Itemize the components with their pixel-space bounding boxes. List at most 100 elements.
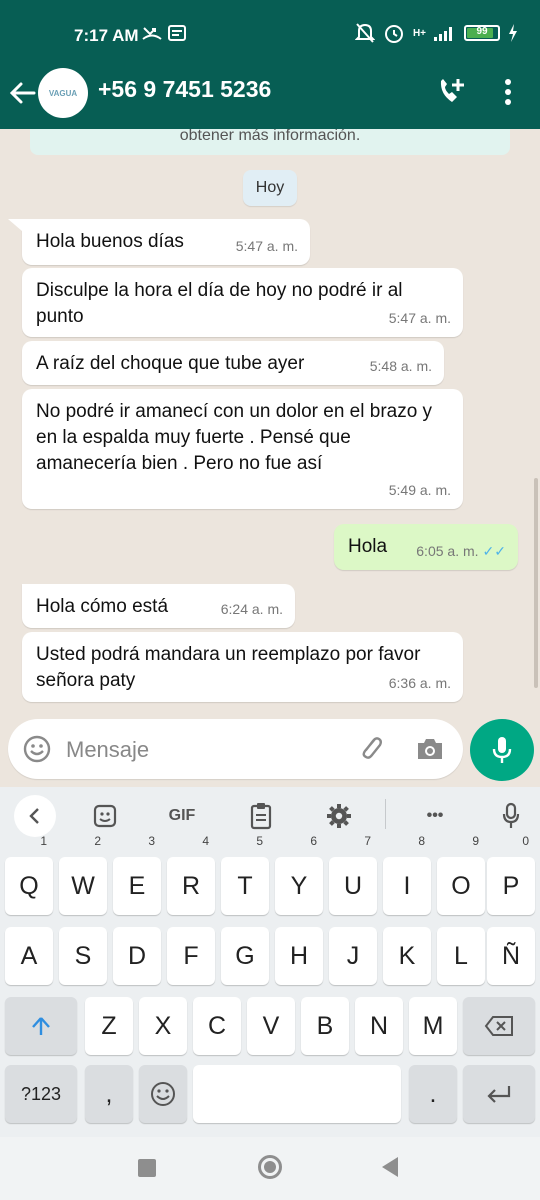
back-arrow-icon[interactable] bbox=[8, 78, 38, 108]
message-bubble-2[interactable]: Disculpe la hora el día de hoy no podré … bbox=[22, 268, 463, 337]
key-w[interactable]: W2 bbox=[59, 835, 107, 915]
day-chip: Hoy bbox=[243, 170, 297, 206]
key-m[interactable]: M bbox=[409, 997, 457, 1055]
gif-button[interactable]: GIF bbox=[160, 799, 204, 833]
read-ticks-icon: ✓✓ bbox=[482, 543, 506, 559]
key-p[interactable]: P0 bbox=[487, 835, 535, 915]
message-time: 6:36 a. m. bbox=[388, 675, 451, 691]
key-label: R bbox=[181, 872, 201, 900]
app-bar: VAGUA +56 9 7451 5236 bbox=[0, 68, 540, 129]
recents-button[interactable] bbox=[138, 1159, 156, 1177]
contact-name[interactable]: +56 9 7451 5236 bbox=[98, 76, 271, 103]
chat-area[interactable]: obtener más información. Hoy Hola buenos… bbox=[0, 129, 540, 719]
key-a[interactable]: A bbox=[5, 927, 53, 985]
key-label: Ñ bbox=[501, 942, 521, 970]
comma-key[interactable]: , bbox=[85, 1065, 133, 1123]
message-time: 5:47 a. m. bbox=[235, 238, 298, 254]
key-u[interactable]: U7 bbox=[329, 835, 377, 915]
key-b[interactable]: B bbox=[301, 997, 349, 1055]
key-label: B bbox=[316, 1012, 334, 1040]
voice-input-button[interactable] bbox=[496, 799, 526, 833]
key-row-3: Z X C V B N M bbox=[0, 997, 540, 1055]
message-meta: 6:05 a. m. ✓✓ bbox=[416, 538, 506, 564]
key-f[interactable]: F bbox=[167, 927, 215, 985]
key-x[interactable]: X bbox=[139, 997, 187, 1055]
shift-key[interactable] bbox=[5, 997, 77, 1055]
key-hint: 4 bbox=[202, 834, 209, 848]
key-c[interactable]: C bbox=[193, 997, 241, 1055]
clipboard-button[interactable] bbox=[246, 799, 276, 833]
mute-bell-icon bbox=[354, 23, 375, 43]
message-text: Disculpe la hora el día de hoy no podré … bbox=[36, 280, 403, 327]
key-l[interactable]: L bbox=[437, 927, 485, 985]
key-label: L bbox=[454, 942, 468, 970]
nav-back-button[interactable] bbox=[382, 1157, 398, 1177]
key-hint: 2 bbox=[94, 834, 101, 848]
more-options-icon[interactable] bbox=[496, 76, 520, 108]
key-label: E bbox=[128, 872, 146, 900]
key-label: M bbox=[422, 1012, 444, 1040]
key-hint: 1 bbox=[40, 834, 47, 848]
key-r[interactable]: R4 bbox=[167, 835, 215, 915]
key-label: U bbox=[343, 872, 363, 900]
key-v[interactable]: V bbox=[247, 997, 295, 1055]
key-q[interactable]: Q1 bbox=[5, 835, 53, 915]
key-hint: 3 bbox=[148, 834, 155, 848]
key-j[interactable]: J bbox=[329, 927, 377, 985]
camera-icon[interactable] bbox=[414, 733, 446, 765]
symbols-key[interactable]: ?123 bbox=[5, 1065, 77, 1123]
key-o[interactable]: O9 bbox=[437, 835, 485, 915]
enter-key[interactable] bbox=[463, 1065, 535, 1123]
key-k[interactable]: K bbox=[383, 927, 431, 985]
message-bubble-3[interactable]: A raíz del choque que tube ayer 5:48 a. … bbox=[22, 341, 444, 385]
key-i[interactable]: I8 bbox=[383, 835, 431, 915]
message-bubble-6[interactable]: Hola cómo está 6:24 a. m. bbox=[22, 584, 295, 628]
key-label: G bbox=[235, 942, 255, 970]
avatar[interactable]: VAGUA bbox=[38, 68, 88, 118]
toolbar-divider bbox=[385, 799, 386, 829]
space-key[interactable] bbox=[193, 1065, 401, 1123]
key-enye[interactable]: Ñ bbox=[487, 927, 535, 985]
key-s[interactable]: S bbox=[59, 927, 107, 985]
key-g[interactable]: G bbox=[221, 927, 269, 985]
mic-outline-icon bbox=[502, 802, 520, 828]
message-bubble-4[interactable]: No podré ir amanecí con un dolor en el b… bbox=[22, 389, 463, 509]
attach-clip-icon[interactable] bbox=[356, 733, 386, 763]
add-call-icon[interactable] bbox=[436, 76, 468, 108]
backspace-key[interactable] bbox=[463, 997, 535, 1055]
sticker-button[interactable] bbox=[90, 799, 120, 833]
key-hint: 5 bbox=[256, 834, 263, 848]
message-input-pill[interactable]: Mensaje bbox=[8, 719, 463, 779]
top-bar: 7:17 AM H+ 99 VAGUA +56 9 7451 5236 bbox=[0, 0, 540, 129]
voice-message-button[interactable] bbox=[470, 719, 534, 781]
key-d[interactable]: D bbox=[113, 927, 161, 985]
key-t[interactable]: T5 bbox=[221, 835, 269, 915]
key-label: H bbox=[289, 942, 309, 970]
keyboard-collapse-button[interactable] bbox=[14, 795, 56, 837]
message-time: 5:49 a. m. bbox=[388, 482, 451, 498]
key-label: I bbox=[403, 872, 411, 900]
key-z[interactable]: Z bbox=[85, 997, 133, 1055]
home-button[interactable] bbox=[258, 1155, 282, 1179]
message-bubble-1[interactable]: Hola buenos días 5:47 a. m. bbox=[22, 219, 310, 265]
message-bubble-5[interactable]: Hola 6:05 a. m. ✓✓ bbox=[334, 524, 518, 570]
period-key[interactable]: . bbox=[409, 1065, 457, 1123]
status-right-icons: H+ 99 bbox=[354, 22, 518, 44]
key-label: O bbox=[451, 872, 471, 900]
message-input[interactable]: Mensaje bbox=[66, 737, 149, 763]
key-h[interactable]: H bbox=[275, 927, 323, 985]
key-hint: 8 bbox=[418, 834, 425, 848]
key-label: J bbox=[346, 942, 360, 970]
chat-scrollbar[interactable] bbox=[534, 478, 538, 688]
settings-button[interactable] bbox=[324, 799, 354, 833]
key-row-1: Q1 W2 E3 R4 T5 Y6 U7 I8 O9 P0 bbox=[0, 835, 540, 915]
key-y[interactable]: Y6 bbox=[275, 835, 323, 915]
emoji-icon[interactable] bbox=[22, 734, 52, 764]
message-text: Hola bbox=[348, 536, 388, 557]
more-tools-button[interactable]: ••• bbox=[415, 799, 455, 833]
key-n[interactable]: N bbox=[355, 997, 403, 1055]
key-label: , bbox=[105, 1080, 113, 1108]
emoji-key[interactable] bbox=[139, 1065, 187, 1123]
message-bubble-7[interactable]: Usted podrá mandara un reemplazo por fav… bbox=[22, 632, 463, 702]
key-e[interactable]: E3 bbox=[113, 835, 161, 915]
